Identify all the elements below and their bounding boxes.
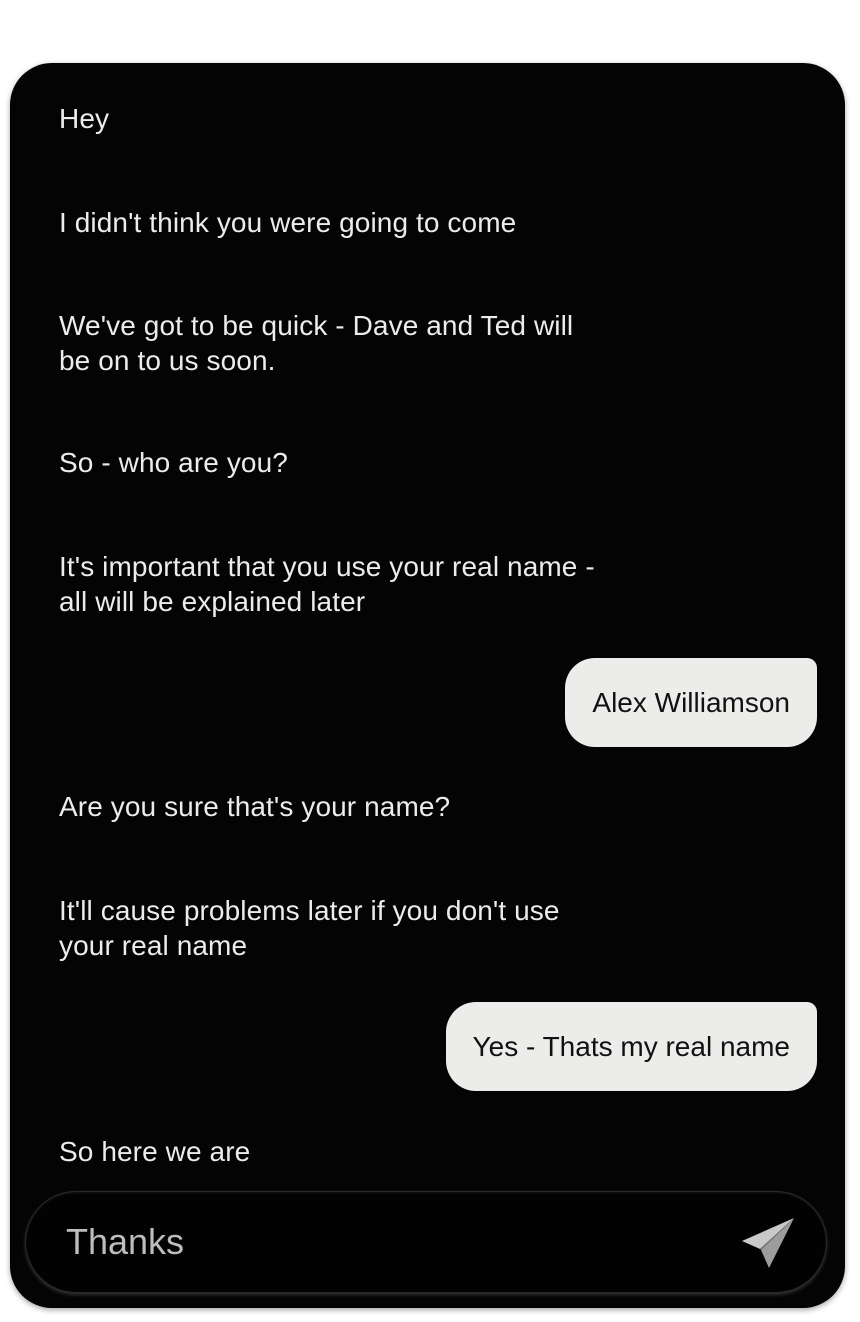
message-incoming: It's important that you use your real na…	[59, 551, 595, 617]
message-incoming: It'll cause problems later if you don't …	[59, 895, 560, 961]
message-outgoing-bubble: Yes - Thats my real name	[445, 1002, 817, 1091]
message-thread: Hey I didn't think you were going to com…	[10, 63, 845, 1183]
message-incoming: So - who are you?	[59, 447, 288, 478]
message-composer	[26, 1192, 826, 1292]
message-incoming: I didn't think you were going to come	[59, 207, 517, 238]
chat-window: Hey I didn't think you were going to com…	[10, 63, 845, 1308]
message-input[interactable]	[66, 1216, 706, 1268]
message-incoming: We've got to be quick - Dave and Ted wil…	[59, 310, 574, 376]
send-button[interactable]	[740, 1214, 796, 1270]
message-incoming: Hey	[59, 103, 110, 134]
message-outgoing-bubble: Alex Williamson	[565, 658, 817, 747]
message-incoming: So here we are	[59, 1136, 251, 1167]
paper-plane-icon	[740, 1214, 796, 1270]
message-incoming: Are you sure that's your name?	[59, 791, 451, 822]
